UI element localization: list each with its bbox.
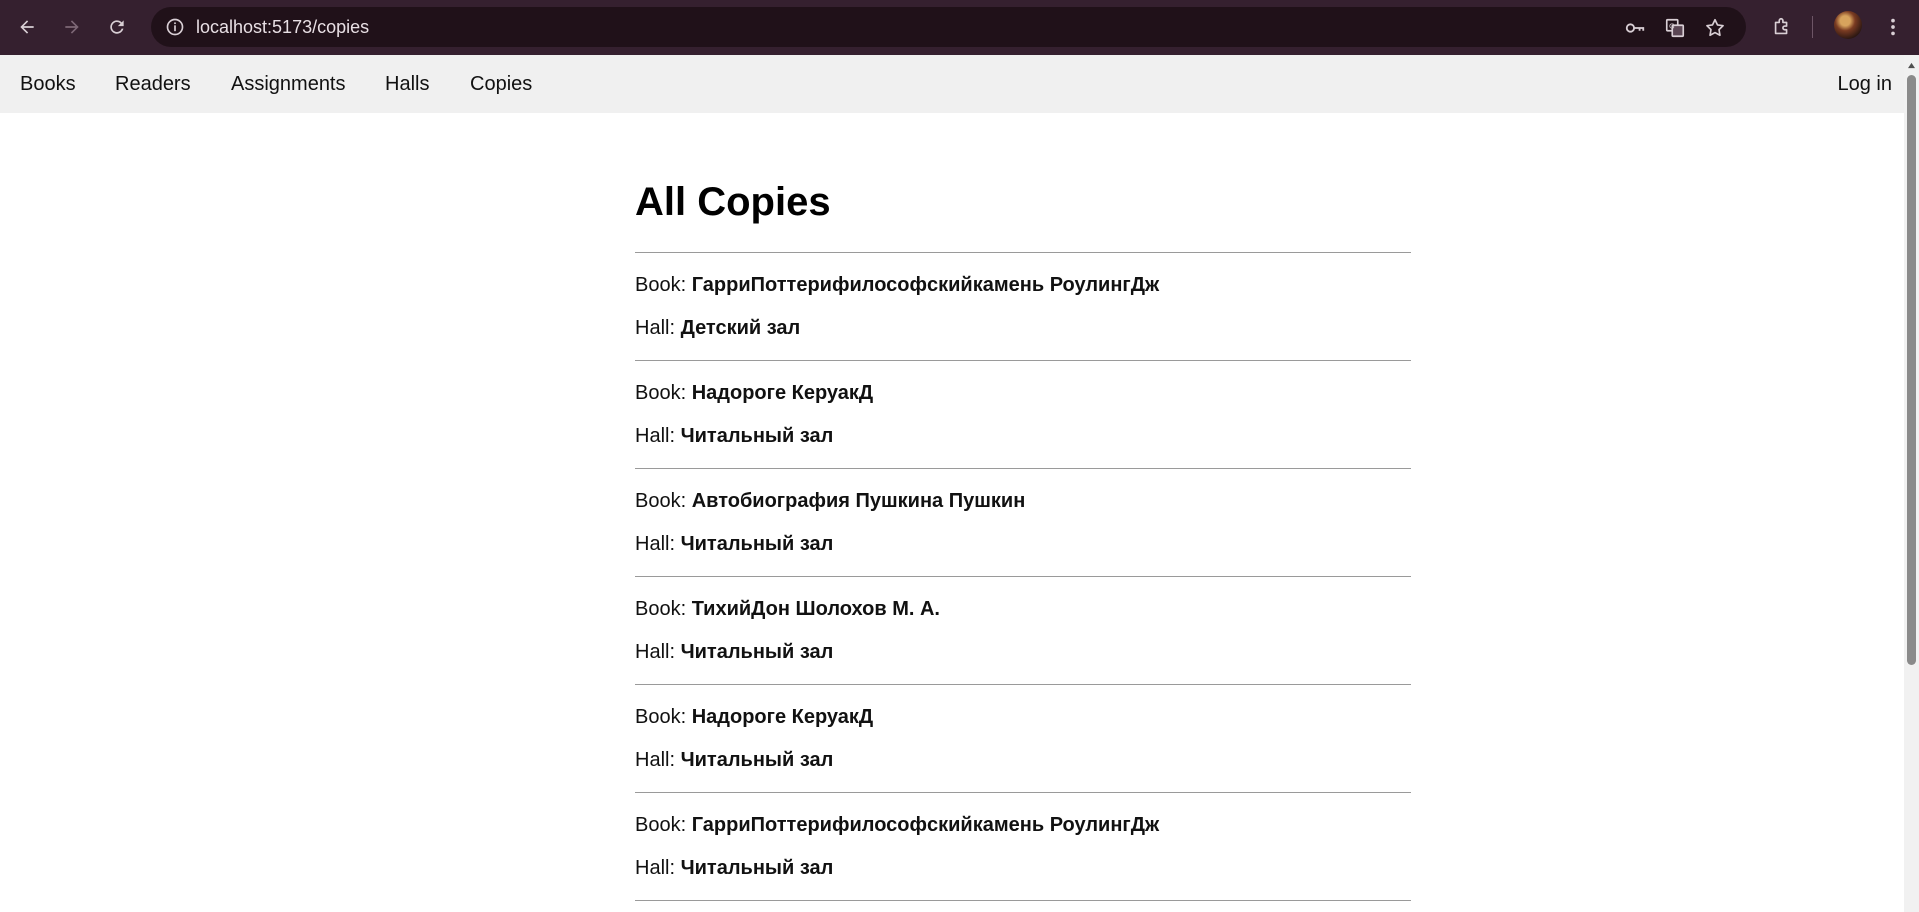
key-icon[interactable] — [1622, 15, 1648, 41]
url-text[interactable]: localhost:5173/copies — [196, 7, 369, 47]
book-title: Надороге КеруакД — [691, 706, 874, 728]
star-icon[interactable] — [1702, 15, 1728, 41]
nav-link-halls[interactable]: Halls — [385, 55, 429, 113]
address-bar[interactable]: localhost:5173/copies G — [151, 7, 1746, 47]
copy-hall-line: Hall: Читальный зал — [635, 424, 833, 448]
app-navbar: Books Readers Assignments Halls Copies L… — [0, 55, 1904, 113]
reload-icon[interactable] — [100, 10, 134, 44]
page-scrollbar[interactable] — [1904, 55, 1919, 912]
extensions-icon[interactable] — [1765, 10, 1799, 44]
book-label: Book: — [635, 490, 687, 512]
copy-hall-line: Hall: Читальный зал — [635, 856, 833, 880]
scroll-thumb[interactable] — [1907, 75, 1916, 665]
nav-link-copies[interactable]: Copies — [470, 55, 532, 113]
login-link[interactable]: Log in — [1838, 55, 1893, 113]
copy-book-line: Book: Надороге КеруакД — [635, 381, 873, 405]
hall-name: Читальный зал — [680, 749, 834, 771]
copy-item: Book: Надороге КеруакД Hall: Читальный з… — [635, 360, 1411, 468]
page-title: All Copies — [635, 180, 831, 224]
hall-label: Hall: — [635, 749, 676, 771]
copy-hall-line: Hall: Читальный зал — [635, 748, 833, 772]
book-title: ГарриПоттерифилософскийкамень РоулингДж — [691, 814, 1160, 836]
scroll-up-arrow-icon[interactable] — [1904, 59, 1919, 71]
book-label: Book: — [635, 814, 687, 836]
book-title: Автобиография Пушкина Пушкин — [691, 490, 1026, 512]
site-info-icon[interactable] — [163, 15, 187, 39]
copies-list: Book: ГарриПоттерифилософскийкамень Роул… — [635, 252, 1411, 901]
copy-hall-line: Hall: Детский зал — [635, 316, 800, 340]
hall-label: Hall: — [635, 641, 676, 663]
svg-text:G: G — [1669, 21, 1675, 30]
book-label: Book: — [635, 706, 687, 728]
book-label: Book: — [635, 598, 687, 620]
translate-icon[interactable]: G — [1662, 15, 1688, 41]
hall-name: Читальный зал — [680, 425, 834, 447]
hall-label: Hall: — [635, 317, 676, 339]
back-arrow-icon[interactable] — [10, 10, 44, 44]
kebab-menu-icon[interactable] — [1876, 10, 1910, 44]
nav-link-assignments[interactable]: Assignments — [231, 55, 346, 113]
hall-name: Детский зал — [680, 317, 801, 339]
copy-item: Book: ГарриПоттерифилософскийкамень Роул… — [635, 792, 1411, 900]
hall-name: Читальный зал — [680, 641, 834, 663]
book-title: ТихийДон Шолохов М. А. — [691, 598, 940, 620]
copy-book-line: Book: ТихийДон Шолохов М. А. — [635, 597, 940, 621]
copy-hall-line: Hall: Читальный зал — [635, 640, 833, 664]
hall-name: Читальный зал — [680, 857, 834, 879]
copy-book-line: Book: Автобиография Пушкина Пушкин — [635, 489, 1025, 513]
hall-name: Читальный зал — [680, 533, 834, 555]
browser-toolbar: localhost:5173/copies G — [0, 0, 1919, 55]
toolbar-divider — [1812, 16, 1813, 38]
profile-avatar[interactable] — [1834, 11, 1862, 39]
list-divider — [635, 900, 1411, 901]
forward-arrow-icon[interactable] — [55, 10, 89, 44]
copy-book-line: Book: ГарриПоттерифилософскийкамень Роул… — [635, 273, 1159, 297]
book-title: ГарриПоттерифилософскийкамень РоулингДж — [691, 274, 1160, 296]
nav-link-readers[interactable]: Readers — [115, 55, 191, 113]
book-label: Book: — [635, 382, 687, 404]
hall-label: Hall: — [635, 533, 676, 555]
book-label: Book: — [635, 274, 687, 296]
hall-label: Hall: — [635, 857, 676, 879]
copy-item: Book: Надороге КеруакД Hall: Читальный з… — [635, 684, 1411, 792]
copy-hall-line: Hall: Читальный зал — [635, 532, 833, 556]
hall-label: Hall: — [635, 425, 676, 447]
copy-item: Book: Автобиография Пушкина Пушкин Hall:… — [635, 468, 1411, 576]
book-title: Надороге КеруакД — [691, 382, 874, 404]
copy-book-line: Book: ГарриПоттерифилософскийкамень Роул… — [635, 813, 1159, 837]
copy-item: Book: ГарриПоттерифилософскийкамень Роул… — [635, 252, 1411, 360]
copy-book-line: Book: Надороге КеруакД — [635, 705, 873, 729]
copy-item: Book: ТихийДон Шолохов М. А. Hall: Читал… — [635, 576, 1411, 684]
nav-link-books[interactable]: Books — [20, 55, 76, 113]
